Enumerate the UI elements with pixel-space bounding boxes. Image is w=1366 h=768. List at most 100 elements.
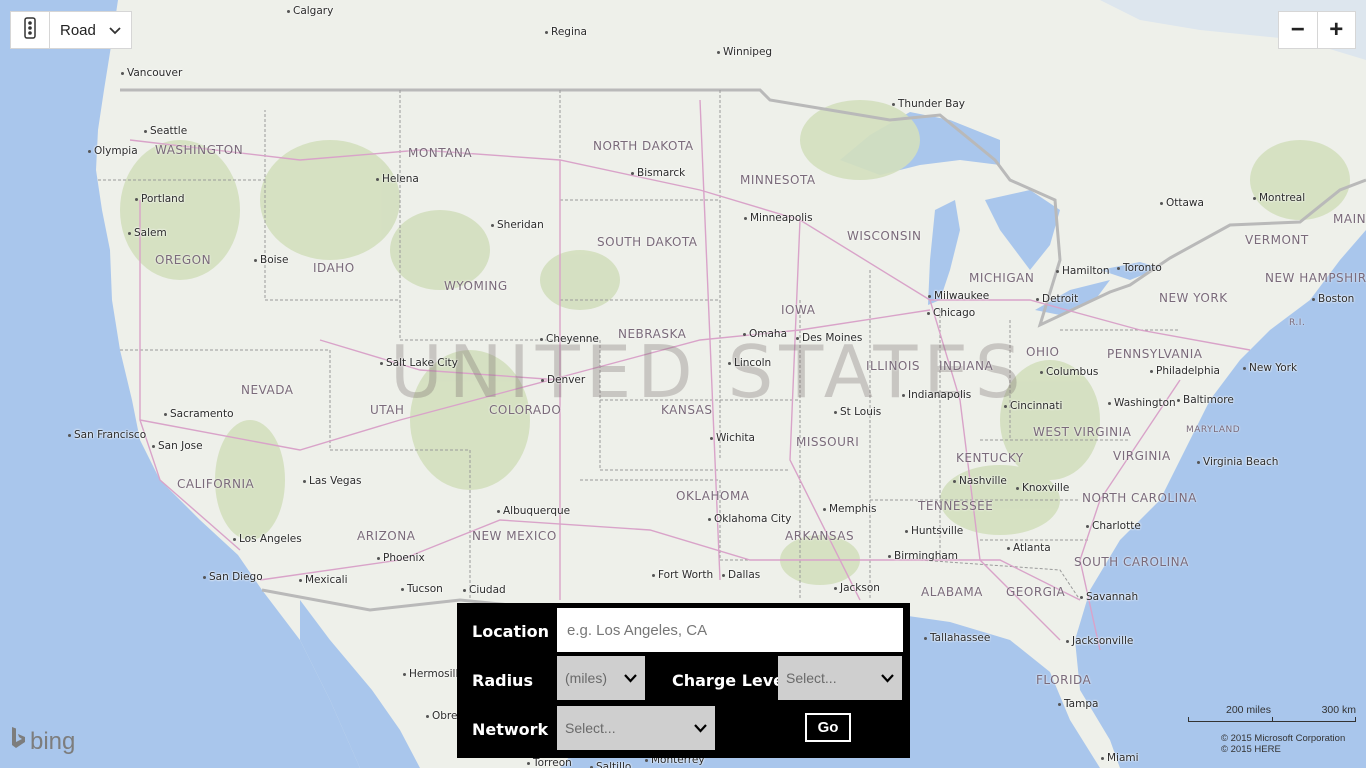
city-label[interactable]: San Jose — [152, 440, 203, 452]
radius-select[interactable]: (miles) — [557, 656, 645, 700]
city-label[interactable]: Ottawa — [1160, 197, 1204, 209]
state-label: SOUTH DAKOTA — [597, 235, 698, 249]
city-label[interactable]: Baltimore — [1177, 394, 1234, 406]
city-label[interactable]: Tucson — [401, 583, 443, 595]
city-label[interactable]: Charlotte — [1086, 520, 1141, 532]
city-label[interactable]: Boise — [254, 254, 288, 266]
city-label[interactable]: Jackson — [834, 582, 880, 594]
map-canvas[interactable]: UNITED STATES WASHINGTON MONTANA NORTH DAK… — [0, 0, 1366, 768]
city-label[interactable]: Tampa — [1058, 698, 1098, 710]
city-label[interactable]: Regina — [545, 26, 587, 38]
city-label[interactable]: Bismarck — [631, 167, 685, 179]
city-label[interactable]: Omaha — [743, 328, 787, 340]
city-label[interactable]: Cincinnati — [1004, 400, 1062, 412]
city-label[interactable]: Tallahassee — [924, 632, 990, 644]
city-label[interactable]: Nashville — [953, 475, 1007, 487]
map-style-dropdown[interactable]: Road — [50, 22, 131, 39]
state-label: NORTH DAKOTA — [593, 139, 694, 153]
city-label[interactable]: Seattle — [144, 125, 187, 137]
city-label[interactable]: Lincoln — [728, 357, 771, 369]
state-label: FLORIDA — [1036, 673, 1092, 687]
city-label[interactable]: Las Vegas — [303, 475, 362, 487]
city-label[interactable]: Sacramento — [164, 408, 234, 420]
city-label[interactable]: Torreon — [527, 757, 572, 768]
bing-wordmark: bing — [30, 727, 76, 755]
city-label[interactable]: Phoenix — [377, 552, 425, 564]
city-label[interactable]: Thunder Bay — [892, 98, 965, 110]
city-label[interactable]: Philadelphia — [1150, 365, 1220, 377]
city-label[interactable]: San Diego — [203, 571, 263, 583]
city-label[interactable]: Atlanta — [1007, 542, 1051, 554]
city-label[interactable]: Columbus — [1040, 366, 1098, 378]
city-label[interactable]: Indianapolis — [902, 389, 971, 401]
state-label: WISCONSIN — [847, 229, 922, 243]
zoom-out-button[interactable]: − — [1279, 12, 1317, 48]
city-label[interactable]: Knoxville — [1016, 482, 1069, 494]
city-label[interactable]: Vancouver — [121, 67, 182, 79]
city-label[interactable]: Minneapolis — [744, 212, 813, 224]
state-label: MAIN — [1333, 212, 1366, 226]
city-label[interactable]: Miami — [1101, 752, 1139, 764]
bing-logo[interactable]: bing — [10, 726, 75, 757]
city-label[interactable]: Milwaukee — [928, 290, 989, 302]
city-label[interactable]: Salem — [128, 227, 167, 239]
city-label[interactable]: Hermosillo — [403, 668, 465, 680]
city-label[interactable]: Mexicali — [299, 574, 348, 586]
city-label[interactable]: Saltillo — [590, 761, 631, 768]
city-label[interactable]: Wichita — [710, 432, 755, 444]
city-label[interactable]: Washington — [1108, 397, 1176, 409]
city-label[interactable]: Savannah — [1080, 591, 1138, 603]
city-label[interactable]: Salt Lake City — [380, 357, 458, 369]
scale-miles: 200 miles — [1226, 704, 1271, 716]
state-abbr-label: R.I. — [1289, 318, 1306, 328]
city-label[interactable]: Olympia — [88, 145, 138, 157]
state-label: INDIANA — [939, 359, 994, 373]
state-label: TENNESSEE — [918, 499, 994, 513]
state-label: MISSOURI — [796, 435, 860, 449]
city-label[interactable]: St Louis — [834, 406, 881, 418]
city-label[interactable]: Memphis — [823, 503, 876, 515]
state-label: NEVADA — [241, 383, 294, 397]
radius-value: (miles) — [565, 670, 607, 686]
city-label[interactable]: Toronto — [1117, 262, 1162, 274]
state-label: ALABAMA — [921, 585, 983, 599]
scale-km: 300 km — [1321, 704, 1356, 716]
city-label[interactable]: Hamilton — [1056, 265, 1110, 277]
location-input[interactable] — [557, 608, 903, 652]
city-label[interactable]: Calgary — [287, 5, 333, 17]
city-label[interactable]: Denver — [541, 374, 585, 386]
city-label[interactable]: Portland — [135, 193, 185, 205]
city-label[interactable]: Helena — [376, 173, 419, 185]
city-label[interactable]: Huntsville — [905, 525, 963, 537]
city-label[interactable]: Cheyenne — [540, 333, 599, 345]
zoom-in-button[interactable]: + — [1316, 12, 1356, 48]
city-label[interactable]: Virginia Beach — [1197, 456, 1278, 468]
city-label[interactable]: Jacksonville — [1066, 635, 1133, 647]
copyright-here: © 2015 HERE — [1221, 744, 1281, 755]
city-label[interactable]: Oklahoma City — [708, 513, 791, 525]
bing-b-icon — [10, 726, 26, 757]
city-label[interactable]: Los Angeles — [233, 533, 302, 545]
city-label[interactable]: Winnipeg — [717, 46, 772, 58]
go-button[interactable]: Go — [805, 713, 851, 742]
city-label[interactable]: Birmingham — [888, 550, 958, 562]
state-label: OHIO — [1026, 345, 1060, 359]
map-style-label: Road — [60, 21, 96, 39]
city-label[interactable]: Boston — [1312, 293, 1354, 305]
city-label[interactable]: Fort Worth — [652, 569, 713, 581]
state-label: IDAHO — [313, 261, 355, 275]
city-label[interactable]: Albuquerque — [497, 505, 570, 517]
radius-label: Radius — [472, 671, 533, 690]
city-label[interactable]: Chicago — [927, 307, 975, 319]
city-label[interactable]: Dallas — [722, 569, 760, 581]
traffic-button[interactable] — [11, 12, 50, 48]
network-select[interactable]: Select... — [557, 706, 715, 750]
city-label[interactable]: Montreal — [1253, 192, 1305, 204]
city-label[interactable]: San Francisco — [68, 429, 146, 441]
city-label[interactable]: Des Moines — [796, 332, 862, 344]
city-label[interactable]: Detroit — [1036, 293, 1078, 305]
city-label[interactable]: Sheridan — [491, 219, 544, 231]
city-label[interactable]: Ciudad — [463, 584, 506, 596]
charge-level-select[interactable]: Select... — [778, 656, 902, 700]
city-label[interactable]: New York — [1243, 362, 1297, 374]
